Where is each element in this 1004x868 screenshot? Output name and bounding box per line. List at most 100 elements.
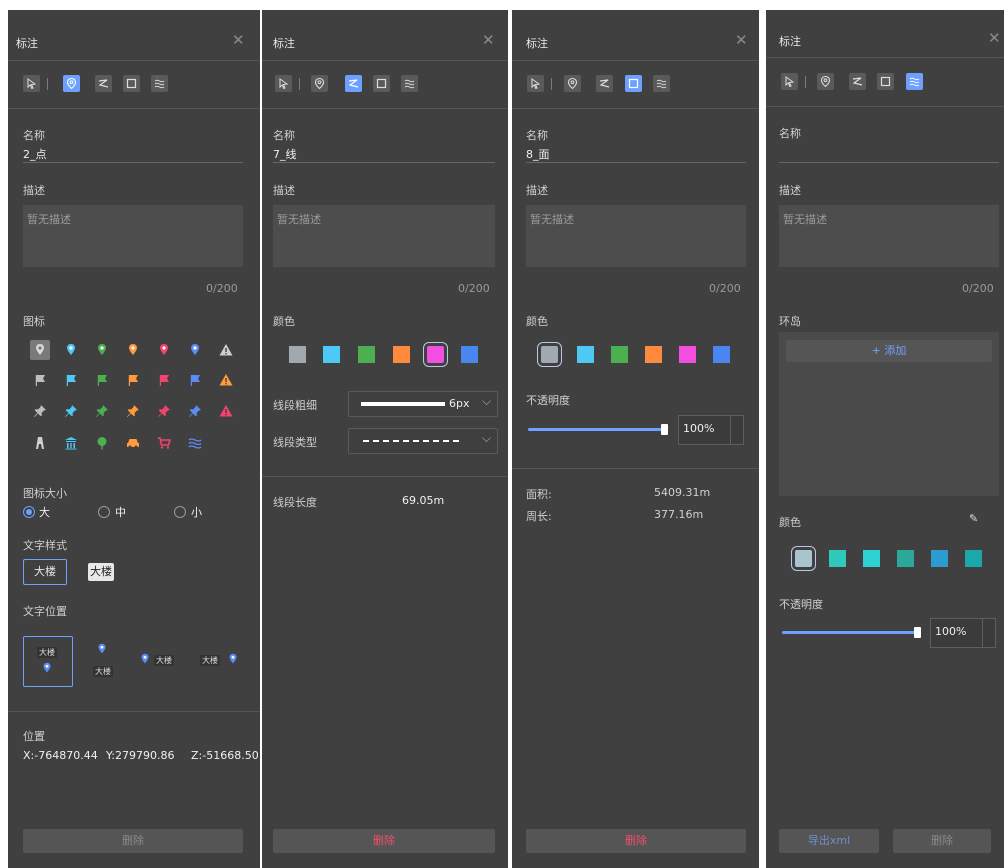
add-island-button[interactable]: + 添加 — [786, 340, 992, 362]
color-swatch-blue[interactable] — [461, 346, 478, 363]
line-tool-button[interactable] — [345, 75, 362, 92]
icon-option-tree[interactable] — [94, 435, 110, 451]
point-tool-button[interactable] — [63, 75, 80, 92]
icon-option-pin-green[interactable] — [94, 342, 110, 358]
icon-option-flag-blue[interactable] — [187, 372, 203, 388]
icon-option-pushpin-blue[interactable] — [187, 403, 203, 419]
color-swatch-aqua[interactable] — [863, 550, 880, 567]
icon-option-warning-red[interactable] — [218, 403, 234, 419]
color-swatch-green[interactable] — [358, 346, 375, 363]
line-width-select[interactable]: 6px ⌵ — [348, 391, 498, 417]
text-style-filled[interactable]: 大楼 — [88, 563, 114, 581]
polygon-tool-button[interactable] — [877, 73, 894, 90]
opacity-slider-thumb[interactable] — [661, 424, 668, 435]
close-icon[interactable]: ✕ — [232, 33, 245, 48]
point-tool-button[interactable] — [817, 73, 834, 90]
color-swatch-magenta[interactable] — [423, 342, 448, 367]
select-tool-button[interactable] — [23, 75, 40, 92]
icon-option-warning-gray[interactable] — [218, 342, 234, 358]
opacity-slider-thumb[interactable] — [914, 627, 921, 638]
icon-option-flag-red[interactable] — [156, 372, 172, 388]
color-swatch-orange[interactable] — [645, 346, 662, 363]
icon-option-pin-gray[interactable] — [30, 340, 50, 360]
icon-option-flag-green[interactable] — [94, 372, 110, 388]
color-swatch-blue[interactable] — [713, 346, 730, 363]
description-textarea[interactable]: 暂无描述 — [23, 205, 243, 267]
opacity-slider-track[interactable] — [528, 428, 664, 431]
point-tool-button[interactable] — [311, 75, 328, 92]
size-radio-medium[interactable] — [98, 506, 110, 518]
text-position-bottom[interactable]: 大楼 — [90, 640, 120, 684]
opacity-input[interactable]: 100% — [678, 415, 744, 445]
opacity-slider-track[interactable] — [782, 631, 916, 634]
eyedropper-icon[interactable]: ✎ — [969, 512, 983, 526]
color-swatch-seagreen[interactable] — [897, 550, 914, 567]
spinner-control[interactable] — [982, 619, 995, 647]
icon-option-pin-red[interactable] — [156, 342, 172, 358]
name-input[interactable]: 7_线 — [273, 146, 297, 162]
icon-option-water[interactable] — [187, 435, 203, 451]
icon-option-pin-royal[interactable] — [187, 342, 203, 358]
water-tool-button[interactable] — [653, 75, 670, 92]
description-textarea[interactable]: 暂无描述 — [526, 205, 746, 267]
water-tool-button[interactable] — [151, 75, 168, 92]
opacity-input[interactable]: 100% — [930, 618, 996, 648]
color-swatch-lightblue[interactable] — [791, 546, 816, 571]
icon-option-pin-blue[interactable] — [63, 342, 79, 358]
select-tool-button[interactable] — [275, 75, 292, 92]
icon-option-pushpin-green[interactable] — [94, 403, 110, 419]
color-swatch-gray[interactable] — [289, 346, 306, 363]
icon-option-pushpin-orange[interactable] — [125, 403, 141, 419]
delete-button[interactable]: 删除 — [273, 829, 495, 853]
icon-option-pushpin-red[interactable] — [156, 403, 172, 419]
polygon-tool-button[interactable] — [625, 75, 642, 92]
description-textarea[interactable]: 暂无描述 — [273, 205, 495, 267]
close-icon[interactable]: ✕ — [988, 31, 1001, 46]
line-tool-button[interactable] — [596, 75, 613, 92]
icon-option-pushpin-gray[interactable] — [32, 403, 48, 419]
export-xml-button[interactable]: 导出xml — [779, 829, 879, 853]
icon-option-flag-cyan[interactable] — [63, 372, 79, 388]
line-type-select[interactable]: ⌵ — [348, 428, 498, 454]
icon-option-pin-orange[interactable] — [125, 342, 141, 358]
size-radio-large[interactable] — [23, 506, 35, 518]
water-tool-button[interactable] — [906, 73, 923, 90]
text-position-top[interactable]: 大楼 — [23, 636, 73, 687]
text-position-left[interactable]: 大楼 — [196, 652, 244, 670]
water-tool-button[interactable] — [401, 75, 418, 92]
description-textarea[interactable]: 暂无描述 — [779, 205, 999, 267]
color-swatch-orange[interactable] — [393, 346, 410, 363]
size-radio-small[interactable] — [174, 506, 186, 518]
line-tool-button[interactable] — [849, 73, 866, 90]
text-style-outline[interactable]: 大楼 — [23, 559, 67, 585]
color-swatch-magenta[interactable] — [679, 346, 696, 363]
select-tool-button[interactable] — [781, 73, 798, 90]
icon-option-car[interactable] — [125, 435, 141, 451]
color-swatch-ocean[interactable] — [931, 550, 948, 567]
icon-option-temple[interactable] — [63, 435, 79, 451]
delete-button[interactable]: 删除 — [23, 829, 243, 853]
close-icon[interactable]: ✕ — [735, 33, 748, 48]
delete-button[interactable]: 删除 — [893, 829, 991, 853]
icon-option-warning-orange[interactable] — [218, 372, 234, 388]
color-swatch-cyan[interactable] — [323, 346, 340, 363]
spinner-control[interactable] — [730, 416, 743, 444]
color-swatch-deepteal[interactable] — [965, 550, 982, 567]
text-position-right[interactable]: 大楼 — [138, 652, 182, 670]
icon-option-building[interactable] — [32, 435, 48, 451]
delete-button[interactable]: 删除 — [526, 829, 746, 853]
icon-option-flag-gray[interactable] — [32, 372, 48, 388]
color-swatch-cyan[interactable] — [577, 346, 594, 363]
point-tool-button[interactable] — [564, 75, 581, 92]
polygon-tool-button[interactable] — [373, 75, 390, 92]
color-swatch-gray[interactable] — [537, 342, 562, 367]
icon-option-pushpin-cyan[interactable] — [63, 403, 79, 419]
name-input[interactable]: 8_面 — [526, 146, 550, 162]
select-tool-button[interactable] — [527, 75, 544, 92]
color-swatch-green[interactable] — [611, 346, 628, 363]
color-swatch-teal[interactable] — [829, 550, 846, 567]
line-tool-button[interactable] — [95, 75, 112, 92]
name-input[interactable]: 2_点 — [23, 146, 47, 162]
close-icon[interactable]: ✕ — [482, 33, 495, 48]
icon-option-cart[interactable] — [156, 435, 172, 451]
